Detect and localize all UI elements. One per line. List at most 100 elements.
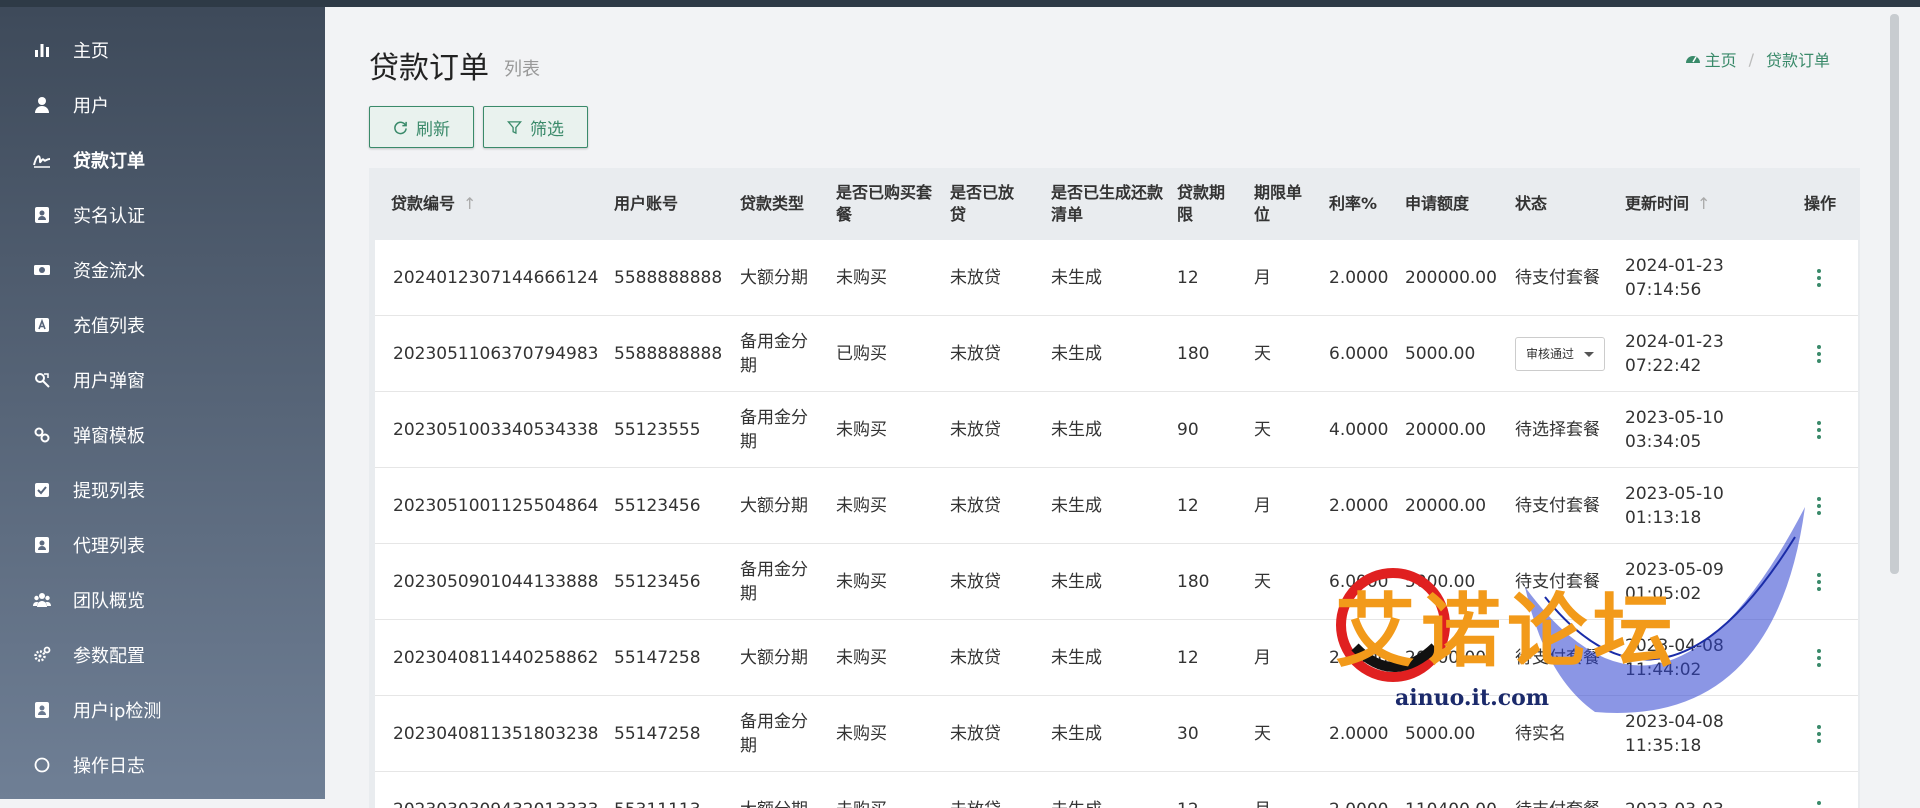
cell-plan: 未生成 <box>1051 696 1102 771</box>
user-icon <box>31 94 53 116</box>
cell-status: 待支付套餐 <box>1515 772 1600 808</box>
cell-account: 5588888888 <box>614 240 722 315</box>
cell-updated: 2023-03-03 <box>1625 772 1724 808</box>
cell-released: 未放贷 <box>950 468 1001 543</box>
cell-updated: 2023-04-0811:35:18 <box>1625 696 1724 771</box>
cell-account: 55123456 <box>614 468 701 543</box>
more-actions-icon[interactable] <box>1816 772 1822 808</box>
sidebar-item-label: 提现列表 <box>73 477 145 503</box>
cell-amount: 5000.00 <box>1405 316 1475 391</box>
column-header-updated[interactable]: 更新时间↑ <box>1625 168 1710 240</box>
cell-bought: 未购买 <box>836 468 887 543</box>
table-row: 2024012307144666124 5588888888 大额分期 未购买 … <box>375 240 1858 316</box>
sidebar-item-home[interactable]: 主页 <box>0 22 325 77</box>
sidebar-item-user-popup[interactable]: 用户弹窗 <box>0 352 325 407</box>
cell-unit: 月 <box>1254 772 1271 808</box>
loan-orders-table: 贷款编号↑ 用户账号 贷款类型 是否已购买套餐 是否已放贷 是否已生成还款清单 … <box>369 168 1860 808</box>
more-actions-icon[interactable] <box>1816 240 1822 315</box>
cell-unit: 天 <box>1254 544 1271 619</box>
column-header-label: 申请额度 <box>1405 193 1469 215</box>
column-header-label: 贷 <box>950 204 1014 226</box>
signature-icon <box>31 149 53 171</box>
cell-released: 未放贷 <box>950 240 1001 315</box>
cell-rate: 2.0000 <box>1329 772 1388 808</box>
cell-type-line: 备用金分 <box>740 330 808 354</box>
sidebar-item-ip-check[interactable]: 用户ip检测 <box>0 682 325 737</box>
sidebar-item-agents[interactable]: 代理列表 <box>0 517 325 572</box>
more-actions-icon[interactable] <box>1816 316 1822 391</box>
cell-bought: 未购买 <box>836 696 887 771</box>
sidebar-item-popup-template[interactable]: 弹窗模板 <box>0 407 325 462</box>
cell-type-line: 备用金分 <box>740 406 808 430</box>
breadcrumb-home[interactable]: 主页 <box>1705 47 1737 71</box>
more-actions-icon[interactable] <box>1816 468 1822 543</box>
sidebar-item-label: 团队概览 <box>73 587 145 613</box>
more-actions-icon[interactable] <box>1816 544 1822 619</box>
cell-id: 2023050901044133888 <box>393 544 599 619</box>
cell-term: 90 <box>1177 392 1199 467</box>
breadcrumb-current[interactable]: 贷款订单 <box>1766 47 1830 71</box>
more-actions-icon[interactable] <box>1816 696 1822 771</box>
cell-unit: 月 <box>1254 468 1271 543</box>
column-header-bought: 是否已购买套餐 <box>836 168 932 240</box>
cell-bought: 未购买 <box>836 620 887 695</box>
column-header-account: 用户账号 <box>614 168 678 240</box>
cell-released: 未放贷 <box>950 544 1001 619</box>
agent-icon <box>31 534 53 556</box>
sidebar-item-label: 代理列表 <box>73 532 145 558</box>
column-header-label: 贷款期 <box>1177 182 1225 204</box>
cell-type: 大额分期 <box>740 240 808 315</box>
sidebar-item-withdraw[interactable]: 提现列表 <box>0 462 325 517</box>
cell-date: 2023-03-03 <box>1625 798 1724 808</box>
sidebar-item-users[interactable]: 用户 <box>0 77 325 132</box>
cell-plan: 未生成 <box>1051 772 1102 808</box>
sidebar-item-config[interactable]: 参数配置 <box>0 627 325 682</box>
cell-amount: 20000.00 <box>1405 392 1486 467</box>
gears-icon <box>31 644 53 666</box>
sidebar-item-label: 参数配置 <box>73 642 145 668</box>
sidebar-item-logs[interactable]: 操作日志 <box>0 737 325 792</box>
sidebar-item-recharge[interactable]: 充值列表 <box>0 297 325 352</box>
sidebar-item-label: 充值列表 <box>73 312 145 338</box>
page-scrollbar[interactable] <box>1890 14 1899 574</box>
cell-type: 大额分期 <box>740 620 808 695</box>
column-header-plan: 是否已生成还款清单 <box>1051 168 1163 240</box>
sidebar-item-fund-flow[interactable]: 资金流水 <box>0 242 325 297</box>
sidebar-item-loan-orders[interactable]: 贷款订单 <box>0 132 325 187</box>
cell-released: 未放贷 <box>950 392 1001 467</box>
sidebar-item-team[interactable]: 团队概览 <box>0 572 325 627</box>
breadcrumb-separator: / <box>1749 50 1754 69</box>
column-header-label: 清单 <box>1051 204 1163 226</box>
filter-button[interactable]: 筛选 <box>483 106 588 148</box>
sidebar-item-label: 主页 <box>73 37 109 63</box>
table-row: 2023040811440258862 55147258 大额分期 未购买 未放… <box>375 620 1858 696</box>
column-header-released: 是否已放贷 <box>950 168 1014 240</box>
column-header-id[interactable]: 贷款编号↑ <box>391 168 476 240</box>
cell-term: 180 <box>1177 544 1209 619</box>
cell-rate: 2.0000 <box>1329 620 1388 695</box>
more-actions-icon[interactable] <box>1816 392 1822 467</box>
filter-icon <box>507 120 522 135</box>
breadcrumb: 主页 / 贷款订单 <box>1685 47 1830 71</box>
status-select[interactable]: 审核通过 <box>1515 337 1605 371</box>
sort-up-icon[interactable]: ↑ <box>463 193 476 215</box>
sidebar-item-label: 用户弹窗 <box>73 367 145 393</box>
cell-time: 07:22:42 <box>1625 354 1724 378</box>
refresh-button[interactable]: 刷新 <box>369 106 474 148</box>
sidebar-item-real-name[interactable]: 实名认证 <box>0 187 325 242</box>
page-subtitle: 列表 <box>504 55 540 81</box>
cell-rate: 4.0000 <box>1329 392 1388 467</box>
column-header-label: 位 <box>1254 204 1302 226</box>
cell-term: 180 <box>1177 316 1209 391</box>
cell-status: 待支付套餐 <box>1515 544 1600 619</box>
cell-amount: 5000.00 <box>1405 696 1475 771</box>
table-row: 2023030309432013333 55311113 大额分期 未购买 未放… <box>375 772 1858 808</box>
cell-released: 未放贷 <box>950 772 1001 808</box>
cell-date: 2023-04-08 <box>1625 634 1724 658</box>
sidebar-item-label: 实名认证 <box>73 202 145 228</box>
table-body: 2024012307144666124 5588888888 大额分期 未购买 … <box>375 240 1858 808</box>
sort-up-icon[interactable]: ↑ <box>1697 193 1710 215</box>
cell-status: 待实名 <box>1515 696 1566 771</box>
cell-type-line: 大额分期 <box>740 266 808 290</box>
more-actions-icon[interactable] <box>1816 620 1822 695</box>
